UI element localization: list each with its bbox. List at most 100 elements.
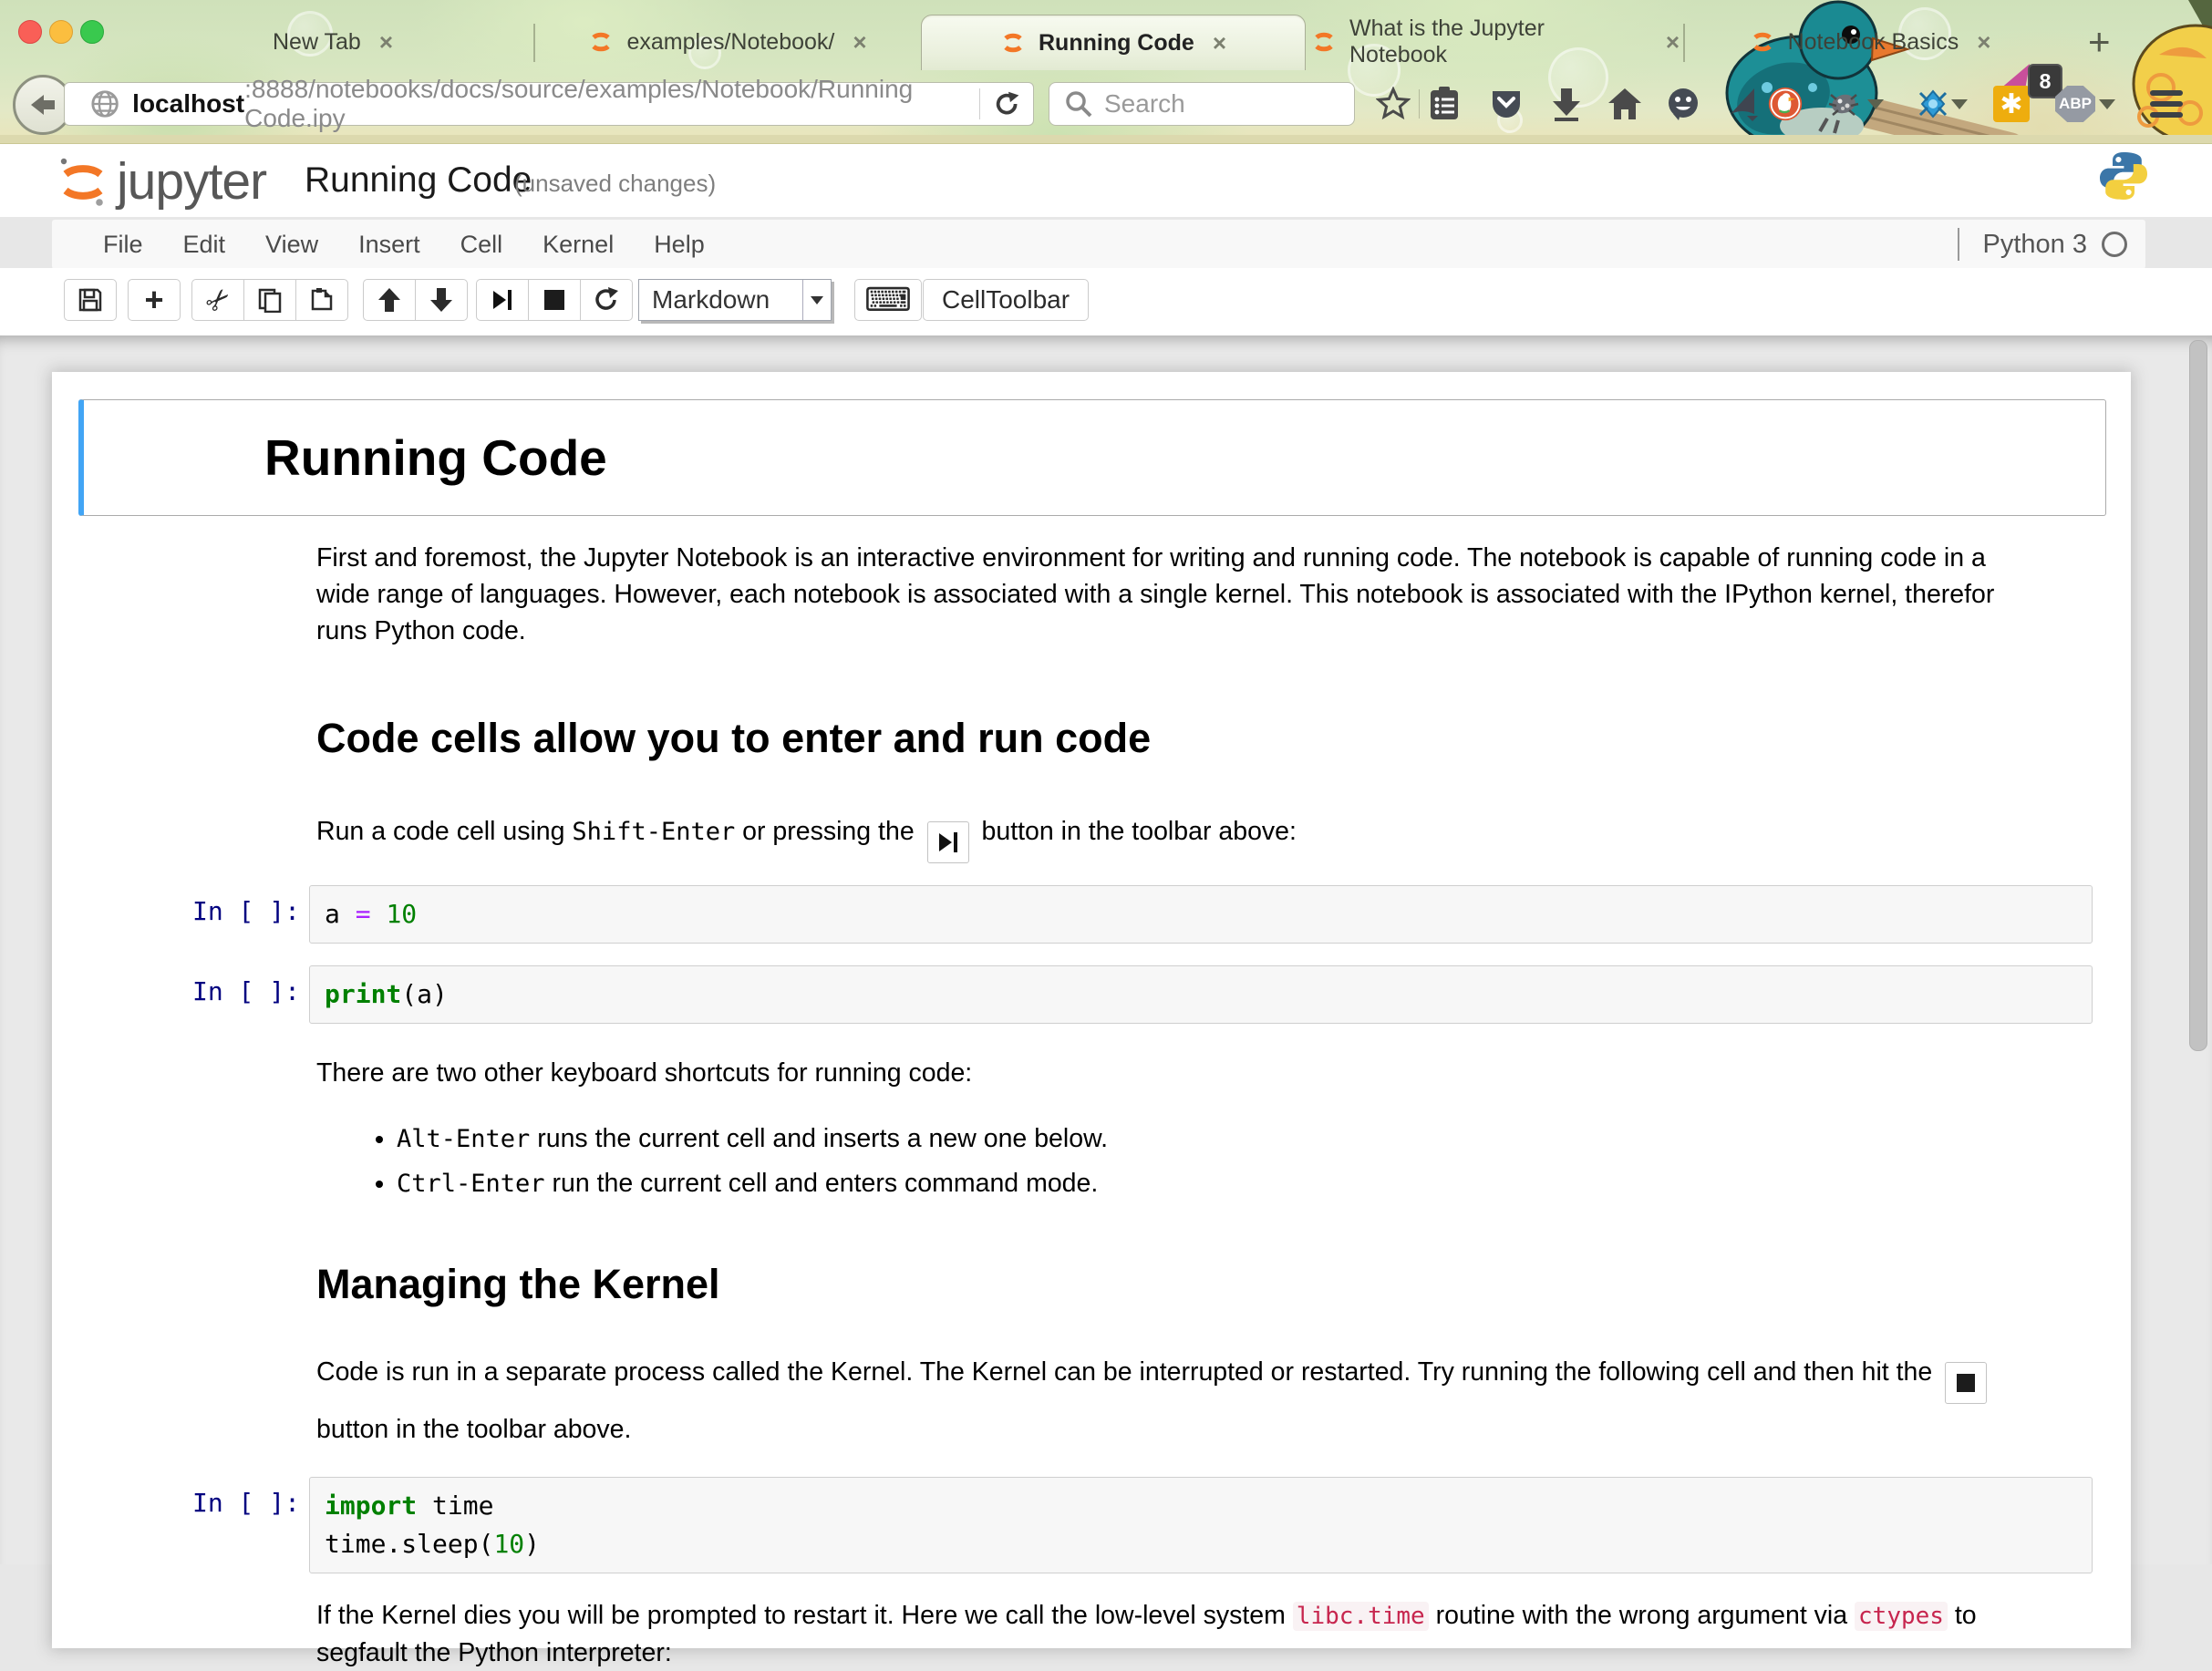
downloads-icon[interactable] xyxy=(1548,86,1585,122)
globe-icon xyxy=(90,88,119,119)
feedback-smiley-icon[interactable] xyxy=(1665,86,1701,122)
jupyter-favicon xyxy=(1750,29,1775,55)
adblock-plus-icon[interactable]: ABP xyxy=(2053,86,2097,122)
move-cell-down-button[interactable] xyxy=(415,279,468,321)
move-cell-up-button[interactable] xyxy=(363,279,416,321)
kbd-shift-enter: Shift-Enter xyxy=(572,818,735,846)
menu-edit[interactable]: Edit xyxy=(163,231,246,259)
stop-icon xyxy=(544,290,564,310)
dropdown-caret-icon[interactable] xyxy=(1948,86,1971,122)
code-input-area[interactable]: print(a) xyxy=(309,965,2093,1024)
bookmark-star-icon[interactable] xyxy=(1375,86,1411,122)
paste-icon xyxy=(309,287,335,313)
tab-notebook-basics[interactable]: Notebook Basics × xyxy=(1690,15,2050,69)
menu-kernel[interactable]: Kernel xyxy=(522,231,634,259)
scrollbar-thumb[interactable] xyxy=(2189,340,2207,1051)
tab-running-code-active[interactable]: Running Code × xyxy=(921,15,1306,70)
segfault-paragraph: If the Kernel dies you will be prompted … xyxy=(316,1597,2043,1671)
celltoolbar-button[interactable]: CellToolbar xyxy=(923,279,1089,321)
code-input-area[interactable]: import timetime.sleep(10) xyxy=(309,1477,2093,1573)
window-minimize-button[interactable] xyxy=(49,20,73,44)
paste-cell-button[interactable] xyxy=(295,279,348,321)
window-close-button[interactable] xyxy=(18,20,42,44)
shortcuts-paragraph: There are two other keyboard shortcuts f… xyxy=(316,1055,2003,1091)
menu-cell[interactable]: Cell xyxy=(440,231,523,259)
search-input[interactable] xyxy=(1102,88,1325,119)
tab-label: Running Code xyxy=(1039,30,1194,57)
markdown-cell-selected[interactable]: Running Code xyxy=(78,399,2106,516)
notebook-scroll-area[interactable]: Running Code First and foremost, the Jup… xyxy=(0,335,2212,1564)
notebook-title[interactable]: Running Code xyxy=(305,160,532,201)
addon-asterisk-icon[interactable]: ✱ xyxy=(1993,86,2030,122)
theme-bottom-strip xyxy=(0,135,2212,144)
menu-help[interactable]: Help xyxy=(634,231,725,259)
new-tab-button[interactable]: + xyxy=(2088,26,2111,58)
select-arrow xyxy=(802,280,831,320)
menu-view[interactable]: View xyxy=(245,231,338,259)
shortcut-ctrl-enter: Ctrl-Enter run the current cell and ente… xyxy=(397,1163,2131,1204)
tab-what-is-jupyter[interactable]: What is the Jupyter Notebook × xyxy=(1311,15,1680,69)
dropdown-caret-icon[interactable] xyxy=(1864,86,1887,122)
tab-new-tab[interactable]: New Tab × xyxy=(137,15,529,69)
screenshot-root: { "browser": { "tabs": { "t1": {"label":… xyxy=(0,0,2212,1564)
input-prompt: In [ ]: xyxy=(52,885,300,944)
jupyter-logo[interactable]: jupyter xyxy=(55,151,266,211)
url-bar[interactable]: localhost:8888/notebooks/docs/source/exa… xyxy=(64,82,1034,126)
interrupt-kernel-button[interactable] xyxy=(528,279,581,321)
tab-close-icon[interactable]: × xyxy=(1666,28,1680,57)
notebook-toolbar: + ✂ xyxy=(0,268,2212,335)
tab-close-icon[interactable]: × xyxy=(853,28,866,57)
addon-bug-icon[interactable] xyxy=(1825,86,1862,122)
shortcut-alt-enter: Alt-Enter runs the current cell and inse… xyxy=(397,1119,2131,1160)
inline-code-ctypes: ctypes xyxy=(1855,1602,1948,1631)
addon-gem-icon[interactable] xyxy=(1915,86,1951,122)
command-palette-button[interactable]: ⌨ xyxy=(854,279,922,321)
tab-close-icon[interactable]: × xyxy=(1213,29,1226,57)
kernel-paragraph: Code is run in a separate process called… xyxy=(316,1346,2043,1455)
kernel-indicator: Python 3 xyxy=(1958,220,2127,269)
tab-close-icon[interactable]: × xyxy=(379,28,393,57)
menu-hamburger-icon[interactable] xyxy=(2148,86,2185,122)
menu-file[interactable]: File xyxy=(52,231,163,259)
inline-run-button-image xyxy=(927,821,969,863)
cell-type-select[interactable]: Markdown xyxy=(638,279,832,321)
reload-icon[interactable] xyxy=(993,89,1020,119)
send-tab-icon[interactable] xyxy=(1725,86,1762,122)
search-box[interactable] xyxy=(1049,82,1355,126)
arrow-down-icon xyxy=(429,287,453,313)
inline-stop-button-image xyxy=(1945,1362,1987,1404)
dropdown-caret-icon[interactable] xyxy=(2095,86,2119,122)
menu-insert[interactable]: Insert xyxy=(338,231,440,259)
run-icon xyxy=(493,290,512,310)
url-path: :8888/notebooks/docs/source/examples/Not… xyxy=(244,75,979,133)
python-logo xyxy=(2097,150,2150,202)
home-icon[interactable] xyxy=(1607,86,1643,122)
restart-kernel-button[interactable] xyxy=(580,279,633,321)
jupyter-favicon xyxy=(1311,29,1337,55)
keyboard-icon: ⌨ xyxy=(864,281,912,319)
cut-cell-button[interactable]: ✂ xyxy=(191,279,244,321)
save-button[interactable] xyxy=(64,279,117,321)
code-cell[interactable]: In [ ]: import timetime.sleep(10) xyxy=(52,1477,2093,1573)
autosave-status: (unsaved changes) xyxy=(514,170,716,198)
code-cell[interactable]: In [ ]: print(a) xyxy=(52,965,2093,1024)
section-heading-code-cells: Code cells allow you to enter and run co… xyxy=(316,715,2131,762)
code-input-area[interactable]: a = 10 xyxy=(309,885,2093,944)
notebook-h1: Running Code xyxy=(264,428,2096,488)
tab-examples-notebook[interactable]: examples/Notebook/ × xyxy=(540,15,915,69)
tab-close-icon[interactable]: × xyxy=(1977,28,1990,57)
bookmarks-menu-icon[interactable] xyxy=(1426,86,1463,122)
run-cell-button[interactable] xyxy=(476,279,529,321)
window-zoom-button[interactable] xyxy=(80,20,104,44)
jupyter-favicon xyxy=(1000,30,1026,56)
scissors-icon: ✂ xyxy=(197,279,239,321)
insert-cell-below-button[interactable]: + xyxy=(128,279,181,321)
pocket-icon[interactable] xyxy=(1488,86,1525,122)
tab-label: Notebook Basics xyxy=(1788,29,1959,56)
code-cell[interactable]: In [ ]: a = 10 xyxy=(52,885,2093,944)
copy-cell-button[interactable] xyxy=(243,279,296,321)
jupyter-header: jupyter Running Code (unsaved changes) xyxy=(0,144,2212,217)
inline-code-libc-time: libc.time xyxy=(1293,1602,1429,1631)
urlbar-separator xyxy=(979,88,980,119)
duckduckgo-icon[interactable] xyxy=(1767,86,1804,122)
